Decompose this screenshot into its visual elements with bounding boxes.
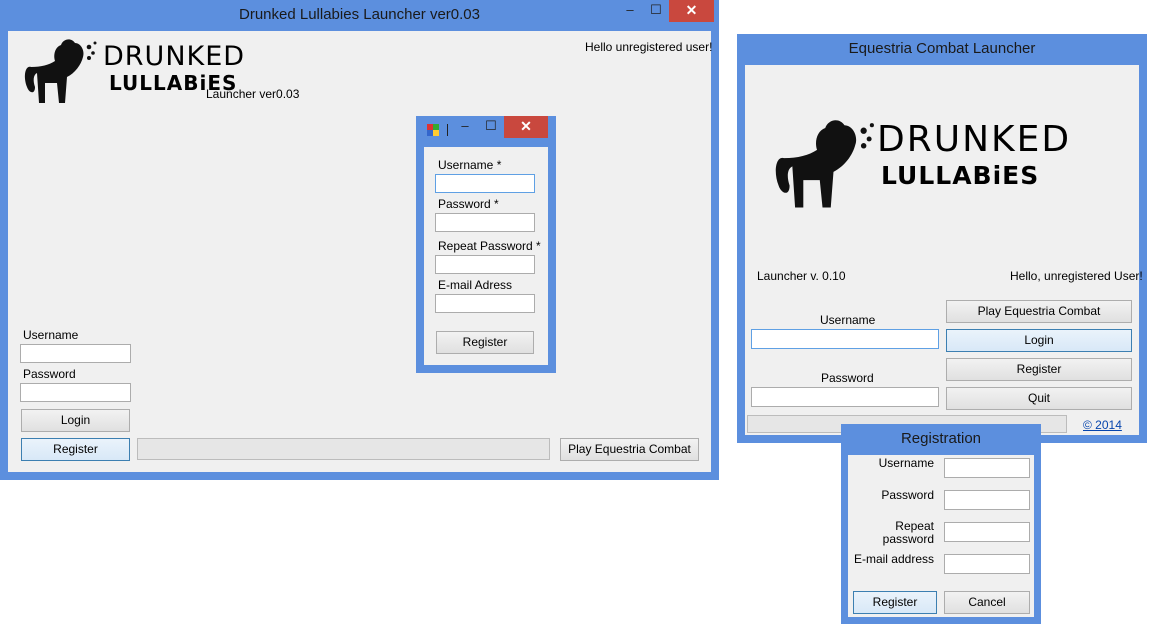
close-button[interactable]: ✕ xyxy=(669,0,714,22)
dialog-password-input[interactable] xyxy=(435,213,535,232)
logo-text-drunked: DRUNKED xyxy=(877,119,1072,160)
equestria-register-button[interactable]: Register xyxy=(946,358,1132,381)
reg-password-input[interactable] xyxy=(944,490,1030,510)
register-dialog-window: – ☐ ✕ Username * Password * Repeat Passw… xyxy=(416,116,556,373)
username-input[interactable] xyxy=(20,344,131,363)
equestria-username-input[interactable] xyxy=(751,329,939,349)
dialog-email-label: E-mail Adress xyxy=(438,278,513,292)
dialog-minimize-button[interactable]: – xyxy=(454,116,476,138)
download-progress-bar xyxy=(137,438,550,460)
title-separator xyxy=(447,124,448,136)
app-icon xyxy=(427,124,439,136)
reg-email-label: E-mail address xyxy=(853,552,934,566)
reg-username-input[interactable] xyxy=(944,458,1030,478)
equestria-window-title: Equestria Combat Launcher xyxy=(848,40,1036,57)
reg-repeat-password-input[interactable] xyxy=(944,522,1030,542)
reg-email-input[interactable] xyxy=(944,554,1030,574)
dialog-maximize-button[interactable]: ☐ xyxy=(480,116,502,138)
maximize-button[interactable]: ☐ xyxy=(643,0,669,22)
username-label: Username xyxy=(23,328,79,342)
equestria-password-input[interactable] xyxy=(751,387,939,407)
equestria-login-button[interactable]: Login xyxy=(946,329,1132,352)
dialog-register-button[interactable]: Register xyxy=(436,331,534,354)
main-launcher-window: Drunked Lullabies Launcher ver0.03 – ☐ ✕… xyxy=(0,0,719,480)
equestria-greeting: Hello, unregistered User! xyxy=(1010,269,1143,283)
pony-silhouette-icon xyxy=(24,39,97,103)
logo-text-drunked: DRUNKED xyxy=(103,41,246,72)
launcher-version: Launcher ver0.03 xyxy=(206,87,300,101)
dialog-repeat-password-label: Repeat Password * xyxy=(438,239,541,253)
registration-client: Username Password Repeat password E-mail… xyxy=(848,455,1034,617)
reg-register-button[interactable]: Register xyxy=(853,591,937,614)
equestria-window-client: DRUNKED LULLABiES Launcher v. 0.10 Hello… xyxy=(745,65,1143,435)
logo-text-lullabies: LULLABiES xyxy=(881,161,1040,190)
equestria-version: Launcher v. 0.10 xyxy=(757,269,846,283)
equestria-play-button[interactable]: Play Equestria Combat xyxy=(946,300,1132,323)
dialog-username-label: Username * xyxy=(438,158,502,172)
equestria-logo: DRUNKED LULLABiES xyxy=(773,117,1103,217)
copyright-link[interactable]: © 2014 xyxy=(1083,418,1122,432)
equestria-quit-button[interactable]: Quit xyxy=(946,387,1132,410)
registration-title: Registration xyxy=(900,430,982,447)
dialog-close-button[interactable]: ✕ xyxy=(504,116,548,138)
reg-repeat-label-line1: Repeat xyxy=(895,519,934,533)
equestria-launcher-window: Equestria Combat Launcher DRUNKED LULLAB… xyxy=(737,34,1147,443)
dialog-password-label: Password * xyxy=(438,197,499,211)
register-button[interactable]: Register xyxy=(21,438,130,461)
dialog-email-input[interactable] xyxy=(435,294,535,313)
password-label: Password xyxy=(23,367,76,381)
pony-silhouette-icon xyxy=(775,120,874,208)
reg-cancel-button[interactable]: Cancel xyxy=(944,591,1030,614)
play-equestria-combat-button[interactable]: Play Equestria Combat xyxy=(560,438,699,461)
minimize-button[interactable]: – xyxy=(616,0,644,22)
dialog-repeat-password-input[interactable] xyxy=(435,255,535,274)
login-button[interactable]: Login xyxy=(21,409,130,432)
main-window-client: DRUNKED LULLABiES Launcher ver0.03 Hello… xyxy=(8,31,713,472)
registration-window: Registration Username Password Repeat pa… xyxy=(841,424,1041,624)
reg-username-label: Username xyxy=(878,456,934,470)
main-window-title: Drunked Lullabies Launcher ver0.03 xyxy=(239,6,480,23)
password-input[interactable] xyxy=(20,383,131,402)
greeting-text: Hello unregistered user! xyxy=(585,40,713,54)
equestria-username-label: Username xyxy=(820,313,876,327)
register-dialog-client: Username * Password * Repeat Password * … xyxy=(424,147,548,365)
reg-password-label: Password xyxy=(881,488,934,502)
reg-repeat-label-line2: password xyxy=(882,532,934,546)
equestria-password-label: Password xyxy=(821,371,874,385)
dialog-username-input[interactable] xyxy=(435,174,535,193)
